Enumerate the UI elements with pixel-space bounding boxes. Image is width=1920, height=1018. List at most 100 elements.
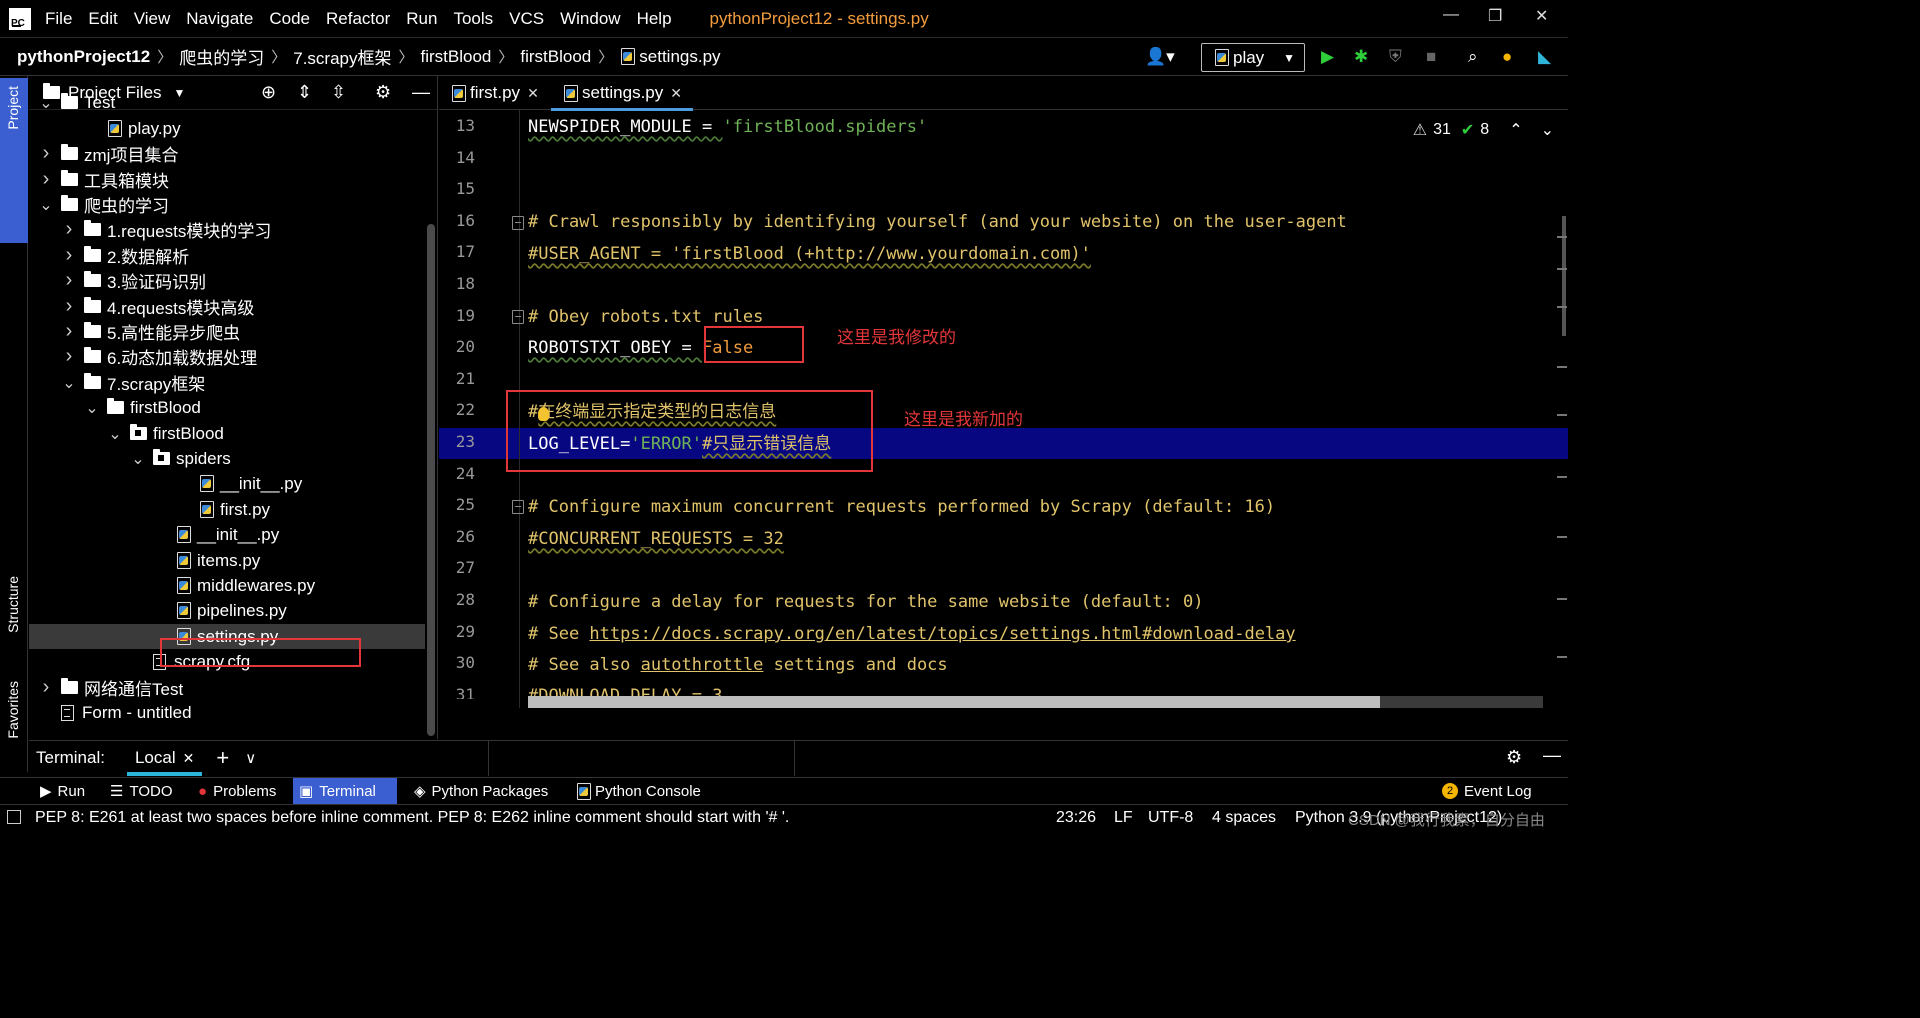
favorites-tool-button[interactable]: Favorites	[5, 681, 21, 739]
minimize-icon[interactable]: —	[1443, 6, 1459, 24]
close-tab-icon[interactable]: ✕	[527, 85, 539, 102]
breadcrumb-folder[interactable]: 7.scrapy框架	[293, 44, 391, 69]
tab-first-py[interactable]: first.py ✕	[439, 76, 551, 110]
tool-problems[interactable]: ● Problems	[192, 778, 282, 804]
tree-folder-item[interactable]: › 5.高性能异步爬虫	[29, 319, 425, 344]
close-window-icon[interactable]: ✕	[1535, 6, 1548, 26]
menu-run[interactable]: Run	[406, 9, 437, 29]
menu-vcs[interactable]: VCS	[509, 9, 544, 29]
plugin-icon[interactable]: ◣	[1538, 47, 1551, 67]
tree-folder-item[interactable]: › 1.requests模块的学习	[29, 217, 425, 242]
chevron-down-icon[interactable]: ⌄	[108, 424, 122, 444]
next-highlight-icon[interactable]: ⌄	[1541, 120, 1554, 140]
tree-folder-item[interactable]: ⌄ 7.scrapy框架	[29, 370, 425, 395]
breadcrumb-folder[interactable]: 爬虫的学习	[179, 44, 264, 69]
code-line-17[interactable]: #USER_AGENT = 'firstBlood (+http://www.y…	[528, 238, 1091, 270]
tree-folder-item[interactable]: › 6.动态加载数据处理	[29, 344, 425, 369]
tree-folder-item[interactable]: ⌄ firstBlood	[29, 395, 425, 420]
stop-icon[interactable]: ■	[1426, 47, 1436, 67]
tree-file-item[interactable]: Form - untitled	[29, 700, 425, 725]
chevron-right-icon[interactable]: ›	[62, 244, 76, 267]
file-encoding[interactable]: UTF-8	[1148, 809, 1193, 827]
terminal-tab-local[interactable]: Local ✕	[126, 741, 203, 776]
chevron-down-icon[interactable]: ⌄	[62, 373, 76, 393]
menu-edit[interactable]: Edit	[88, 9, 117, 29]
tree-folder-item[interactable]: › 3.验证码识别	[29, 268, 425, 293]
previous-highlight-icon[interactable]: ⌃	[1509, 120, 1522, 140]
chevron-down-icon[interactable]: ∨	[245, 749, 256, 767]
run-configuration-select[interactable]: play ▼	[1201, 43, 1305, 72]
menu-file[interactable]: File	[45, 9, 72, 29]
chevron-down-icon[interactable]: ⌄	[85, 398, 99, 418]
tree-folder-item[interactable]: › 网络通信Test	[29, 675, 425, 700]
tab-settings-py[interactable]: settings.py ✕	[551, 76, 693, 111]
code-line-28[interactable]: # Configure a delay for requests for the…	[528, 586, 1204, 618]
line-separator[interactable]: LF	[1114, 809, 1133, 827]
code-line-16[interactable]: # Crawl responsibly by identifying yours…	[528, 206, 1347, 238]
tool-terminal[interactable]: ▣ Terminal	[293, 778, 397, 804]
menu-code[interactable]: Code	[269, 9, 310, 29]
project-scrollbar[interactable]	[427, 224, 435, 736]
tree-folder-item[interactable]: › zmj项目集合	[29, 141, 425, 166]
tree-folder-item[interactable]: › 4.requests模块高级	[29, 294, 425, 319]
restore-icon[interactable]: ❐	[1488, 6, 1502, 26]
horizontal-scrollbar[interactable]	[528, 696, 1543, 708]
close-tab-icon[interactable]: ✕	[670, 85, 682, 102]
breadcrumb-project[interactable]: pythonProject12	[17, 47, 150, 67]
tool-todo[interactable]: ☰ TODO	[104, 778, 179, 804]
tree-folder-item[interactable]: ⌄ spiders	[29, 446, 425, 471]
caret-position[interactable]: 23:26	[1056, 809, 1096, 827]
tree-folder-item[interactable]: ⌄ firstBlood	[29, 421, 425, 446]
search-icon[interactable]: ⌕	[1468, 47, 1478, 67]
code-line-29[interactable]: # See https://docs.scrapy.org/en/latest/…	[528, 618, 1296, 650]
gear-icon[interactable]: ⚙	[1506, 747, 1522, 768]
chevron-down-icon[interactable]: ⌄	[39, 93, 53, 113]
menu-window[interactable]: Window	[560, 9, 620, 29]
tree-file-item[interactable]: play.py	[29, 116, 425, 141]
tool-python-console[interactable]: Python Console	[570, 778, 707, 804]
user-icon[interactable]: 👤▾	[1145, 47, 1175, 67]
chevron-right-icon[interactable]: ›	[62, 269, 76, 292]
breadcrumb-folder[interactable]: firstBlood	[421, 47, 492, 67]
coverage-icon[interactable]: ⛨	[1389, 47, 1402, 67]
tree-file-item[interactable]: __init__.py	[29, 522, 425, 547]
menu-refactor[interactable]: Refactor	[326, 9, 390, 29]
code-line-13[interactable]: NEWSPIDER_MODULE = 'firstBlood.spiders'	[528, 111, 927, 143]
add-terminal-icon[interactable]: +	[216, 745, 229, 771]
tree-file-item[interactable]: pipelines.py	[29, 598, 425, 623]
code-line-31[interactable]: #DOWNLOAD_DELAY = 3	[528, 680, 722, 696]
tool-run[interactable]: ▶ Run	[34, 778, 91, 804]
docs-link[interactable]: https://docs.scrapy.org/en/latest/topics…	[589, 624, 1295, 644]
tree-folder-item[interactable]: ⌄ 爬虫的学习	[29, 192, 425, 217]
breadcrumb-folder[interactable]: firstBlood	[520, 47, 591, 67]
chevron-right-icon[interactable]: ›	[39, 142, 53, 165]
close-tab-icon[interactable]: ✕	[183, 750, 195, 767]
chevron-right-icon[interactable]: ›	[62, 218, 76, 241]
indent-setting[interactable]: 4 spaces	[1212, 809, 1276, 827]
chevron-right-icon[interactable]: ›	[39, 168, 53, 191]
tree-folder-item[interactable]: › 工具箱模块	[29, 167, 425, 192]
tree-folder-item[interactable]: ⌄ Test	[29, 90, 425, 115]
tree-file-item[interactable]: items.py	[29, 548, 425, 573]
code-line-26[interactable]: #CONCURRENT_REQUESTS = 32	[528, 523, 784, 555]
event-log-button[interactable]: 2 Event Log	[1436, 778, 1538, 804]
inspection-widget[interactable]: ⚠ 31 ✔ 8 ⌃ ⌄	[1413, 120, 1554, 140]
code-line-30[interactable]: # See also autothrottle settings and doc…	[528, 649, 948, 681]
run-icon[interactable]: ▶	[1321, 47, 1334, 67]
tool-python-packages[interactable]: ◈ Python Packages	[408, 778, 554, 804]
chevron-right-icon[interactable]: ›	[39, 676, 53, 699]
tree-file-item[interactable]: middlewares.py	[29, 573, 425, 598]
tree-file-item[interactable]: __init__.py	[29, 471, 425, 496]
fold-icon[interactable]	[512, 500, 524, 514]
chevron-down-icon[interactable]: ⌄	[39, 195, 53, 215]
breadcrumb-file[interactable]: settings.py	[639, 47, 720, 67]
chevron-down-icon[interactable]: ⌄	[131, 449, 145, 469]
project-tool-button[interactable]: Project	[0, 78, 28, 243]
hide-icon[interactable]: —	[1543, 745, 1561, 766]
menu-help[interactable]: Help	[637, 9, 672, 29]
tree-file-item[interactable]: first.py	[29, 497, 425, 522]
fold-icon[interactable]	[512, 310, 524, 324]
debug-icon[interactable]: ✱	[1354, 47, 1368, 67]
structure-tool-button[interactable]: Structure	[5, 576, 21, 633]
chevron-right-icon[interactable]: ›	[62, 320, 76, 343]
